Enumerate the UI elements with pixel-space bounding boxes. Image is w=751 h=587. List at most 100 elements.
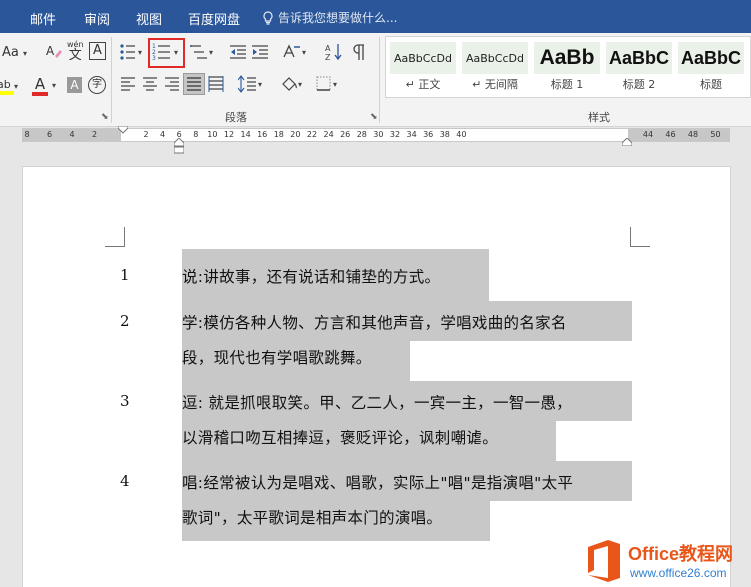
font-dialog-launcher[interactable]: ⬊	[101, 112, 109, 122]
bullet-list-icon: ▾	[120, 44, 142, 60]
style-heading-2[interactable]: AaBbC 标题 2	[606, 42, 672, 94]
increase-indent-button[interactable]	[251, 44, 269, 60]
list-item-text[interactable]: 段，现代也有学唱歌跳舞。	[182, 346, 372, 368]
chinese-layout-button[interactable]: ▾	[282, 43, 310, 61]
enclose-char-button[interactable]: 字	[88, 76, 106, 94]
ruler-tick-label: 2	[143, 130, 149, 139]
justify-button[interactable]	[183, 73, 205, 95]
decrease-indent-button[interactable]	[229, 44, 247, 60]
pilcrow-icon	[353, 44, 364, 60]
ruler-tick-label: 40	[456, 130, 467, 139]
change-case-button[interactable]: Aa ▾	[2, 45, 27, 60]
numbering-highlight-box	[148, 38, 185, 68]
ruler-tick-label: 16	[257, 130, 268, 139]
watermark-url: www.office26.com	[630, 566, 727, 580]
sort-button[interactable]: AZ	[325, 42, 343, 62]
list-item-text[interactable]: 以滑稽口吻互相捧逗，褒贬评论，讽刺嘲谑。	[182, 426, 498, 448]
hanging-indent-marker[interactable]	[174, 138, 184, 154]
highlight-button[interactable]: ab ▾	[0, 75, 22, 95]
svg-text:▾: ▾	[298, 80, 302, 89]
tab-review[interactable]: 审阅	[84, 9, 110, 28]
ruler-tick-label: 22	[306, 130, 318, 139]
menu-bar: 邮件 审阅 视图 百度网盘 告诉我您想要做什么...	[0, 0, 751, 33]
styles-gallery: AaBbCcDd ↵ 正文 AaBbCcDd ↵ 无间隔 AaBb 标题 1 A…	[385, 36, 751, 98]
font-color-dropdown[interactable]: ▾	[52, 81, 56, 90]
list-item-text[interactable]: 逗: 就是抓哏取笑。甲、乙二人，一宾一主，一智一愚，	[182, 391, 572, 413]
tab-view[interactable]: 视图	[136, 9, 162, 28]
tell-me-search[interactable]: 告诉我您想要做什么...	[262, 9, 397, 26]
tab-baidu-netdisk[interactable]: 百度网盘	[188, 9, 240, 28]
style-name: 标题 2	[622, 78, 656, 91]
eraser-icon: A	[46, 44, 62, 58]
highlighter-icon: ab ▾	[0, 78, 18, 95]
lightbulb-icon	[263, 11, 273, 25]
ruler-tick-label: 8	[193, 130, 199, 139]
ruler-tick-label: 8	[24, 130, 30, 139]
justify-icon	[187, 77, 201, 91]
char-border-button[interactable]: A	[89, 42, 106, 60]
svg-text:Z: Z	[325, 53, 331, 62]
group-separator	[111, 37, 112, 123]
document-page[interactable]: 1 说:讲故事，还有说话和铺垫的方式。 2 学:模仿各种人物、方言和其他声音，学…	[22, 166, 731, 587]
list-item-text[interactable]: 学:模仿各种人物、方言和其他声音，学唱戏曲的名家名	[182, 311, 567, 333]
multilevel-list-button[interactable]: ▾	[190, 43, 218, 61]
list-item-text[interactable]: 说:讲故事，还有说话和铺垫的方式。	[182, 265, 440, 287]
font-color-button[interactable]: A	[32, 75, 48, 96]
align-left-button[interactable]	[120, 77, 136, 91]
style-name: 标题	[700, 78, 722, 91]
char-shading-button[interactable]: A	[67, 77, 82, 93]
paragraph-dialog-launcher[interactable]: ⬊	[370, 112, 378, 122]
list-item-text[interactable]: 歌词"，太平歌词是相声本门的演唱。	[182, 506, 442, 528]
borders-button[interactable]: ▾	[316, 76, 342, 92]
group-separator	[379, 37, 380, 123]
align-right-button[interactable]	[164, 77, 180, 91]
ruler-tick-label: 44	[642, 130, 654, 139]
ribbon: Aa ▾ A wén 文 A ab ▾ A ▾ A 字 ▾ 1 2 3 ▾ ▾ ▾ AZ	[0, 33, 751, 127]
margin-corner-mark	[630, 227, 650, 247]
decrease-indent-icon	[230, 45, 246, 59]
svg-text:▾: ▾	[333, 80, 337, 89]
office-logo-icon	[588, 540, 620, 582]
list-number: 1	[120, 266, 130, 284]
line-spacing-button[interactable]: ▾	[238, 75, 266, 93]
style-no-spacing[interactable]: AaBbCcDd ↵ 无间隔	[462, 42, 528, 94]
distribute-icon	[208, 76, 224, 92]
align-center-icon	[143, 77, 157, 91]
distribute-button[interactable]	[208, 76, 224, 92]
ruler-tick-label: 4	[69, 130, 75, 139]
ruler-tick-label: 28	[356, 130, 367, 139]
ruler-tick-label: 32	[389, 130, 401, 139]
ruler-tick-label: 48	[687, 130, 699, 139]
ruler-tick-label: 34	[406, 130, 417, 139]
tell-me-text: 告诉我您想要做什么...	[278, 11, 398, 25]
show-marks-button[interactable]	[352, 43, 366, 61]
styles-group-label: 样式	[588, 111, 610, 124]
ruler-tick-label: 50	[710, 130, 721, 139]
bullets-button[interactable]: ▾	[119, 43, 145, 61]
ruler-tick-label: 20	[290, 130, 301, 139]
phonetic-guide-button[interactable]: wén 文	[67, 40, 84, 62]
list-item-text[interactable]: 唱:经常被认为是唱戏、唱歌，实际上"唱"是指演唱"太平	[182, 471, 573, 493]
first-line-indent-marker[interactable]	[118, 126, 128, 134]
style-title[interactable]: AaBbC 标题	[678, 42, 744, 94]
list-number: 4	[120, 472, 130, 490]
style-normal[interactable]: AaBbCcDd ↵ 正文	[390, 42, 456, 94]
paragraph-group-label: 段落	[225, 111, 247, 124]
ruler-tick-label: 6	[46, 130, 53, 139]
list-number: 2	[120, 312, 130, 330]
svg-text:A: A	[46, 44, 55, 58]
list-number: 3	[120, 392, 130, 410]
shading-button[interactable]: ▾	[280, 75, 306, 93]
chinese-layout-icon: ▾	[283, 44, 306, 58]
right-indent-marker[interactable]	[622, 138, 632, 146]
align-center-button[interactable]	[142, 77, 158, 91]
style-heading-1[interactable]: AaBb 标题 1	[534, 42, 600, 94]
tab-mailings[interactable]: 邮件	[30, 9, 56, 28]
site-watermark: Office教程网 www.office26.com	[582, 536, 751, 587]
ruler-tick-label: 14	[240, 130, 251, 139]
align-right-icon	[165, 77, 179, 91]
ruler-tick-label: 26	[340, 130, 351, 139]
style-name: 标题 1	[550, 78, 584, 91]
clear-format-button[interactable]: A	[45, 42, 63, 60]
svg-text:▾: ▾	[302, 48, 306, 57]
